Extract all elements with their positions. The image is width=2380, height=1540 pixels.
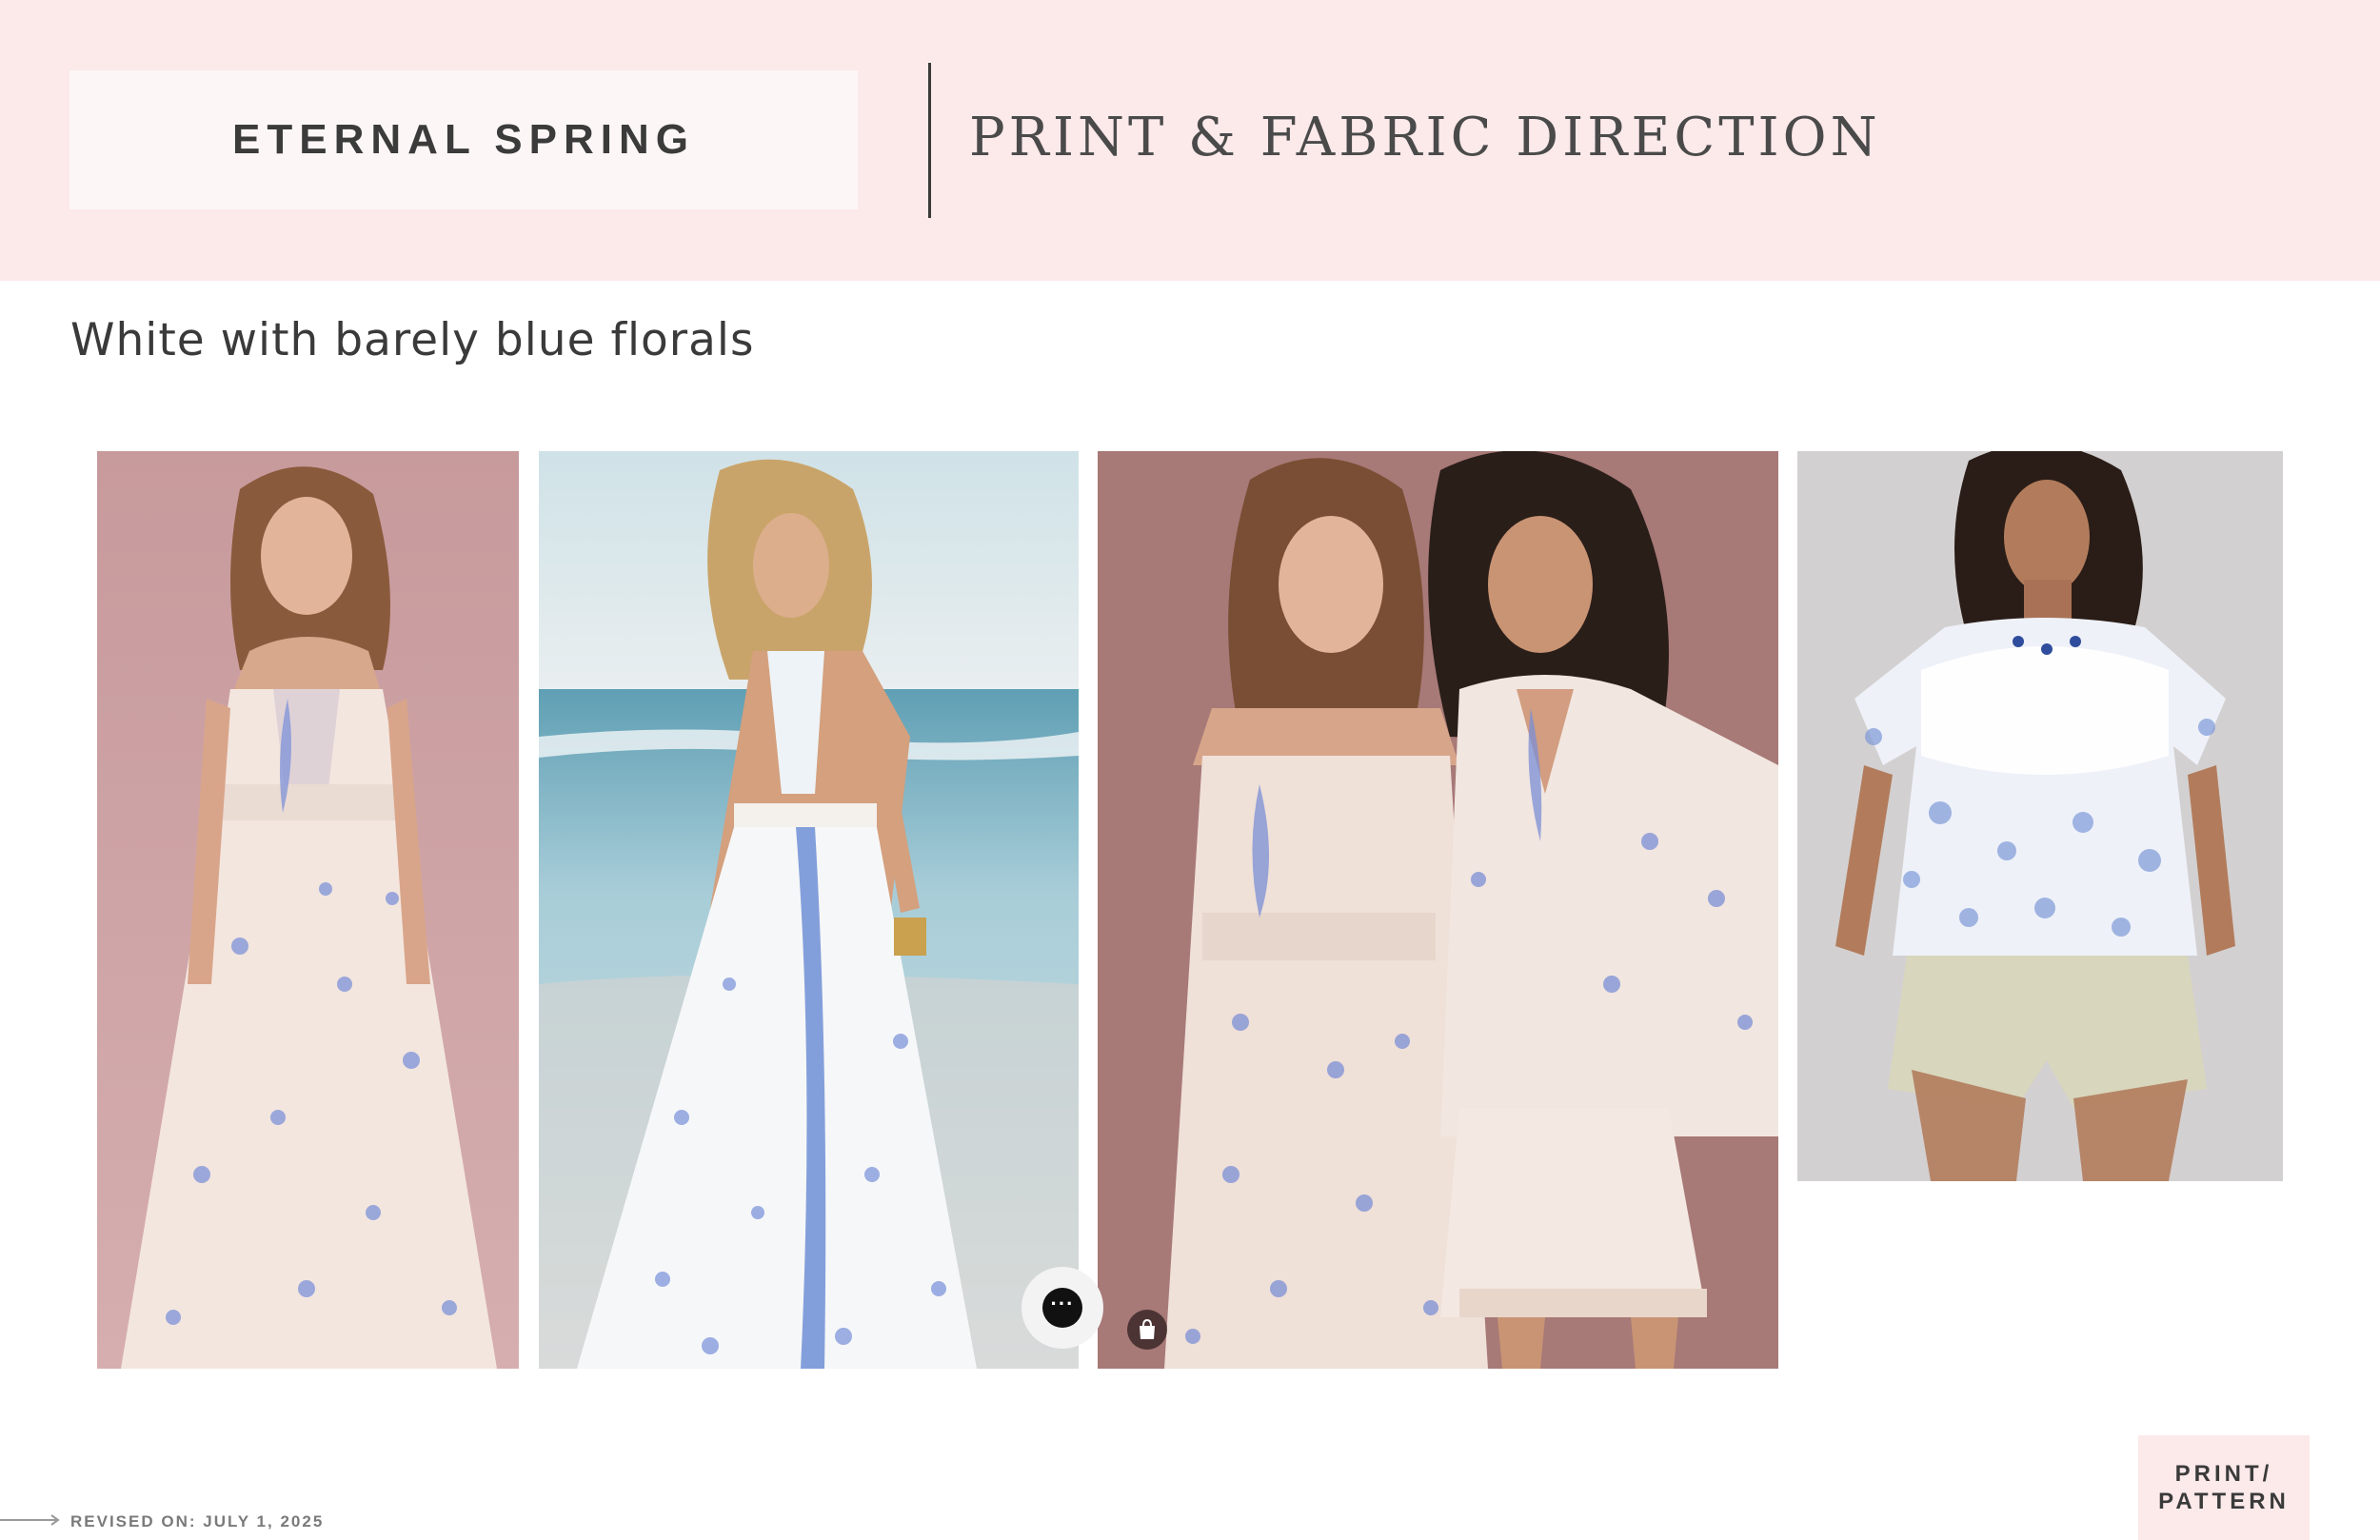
- revised-date: REVISED ON: JULY 1, 2025: [70, 1512, 325, 1530]
- shopping-bag-icon[interactable]: [1127, 1310, 1167, 1350]
- photo-model-top-shorts: [1797, 451, 2283, 1181]
- arrow-right-icon: [0, 1514, 60, 1526]
- photo-two-models: [1098, 451, 1778, 1369]
- ellipsis-chat-icon: ···: [1042, 1288, 1082, 1328]
- header-band: ETERNAL SPRING PRINT & FABRIC DIRECTION: [0, 0, 2380, 281]
- section-tag-line-1: PRINT/: [2174, 1461, 2273, 1487]
- header-divider: [928, 63, 931, 218]
- photo-model-dress-pink: [97, 451, 519, 1369]
- subtitle: White with barely blue florals: [70, 314, 755, 366]
- page-title: ETERNAL SPRING: [232, 116, 695, 163]
- title-box: ETERNAL SPRING: [69, 70, 858, 209]
- section-tag: PRINT/ PATTERN: [2138, 1435, 2310, 1540]
- photo-model-dress-beach: [539, 451, 1079, 1369]
- chat-button[interactable]: ···: [1021, 1267, 1103, 1349]
- section-title: PRINT & FABRIC DIRECTION: [969, 107, 1881, 168]
- section-tag-line-2: PATTERN: [2158, 1489, 2290, 1514]
